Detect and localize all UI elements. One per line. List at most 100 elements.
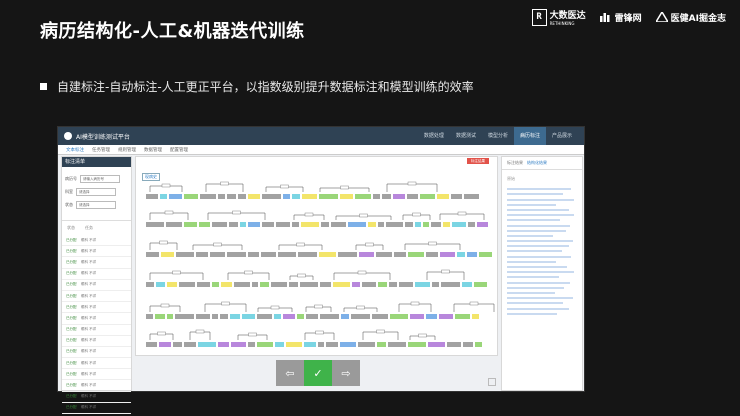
relation-arc[interactable]	[453, 303, 495, 312]
entity-highlight[interactable]	[283, 194, 290, 199]
nav-item-active[interactable]: 病历标注	[513, 127, 546, 145]
entity-highlight[interactable]	[184, 194, 198, 199]
entity-highlight[interactable]	[257, 342, 273, 347]
entity-highlight[interactable]	[477, 222, 488, 227]
nav-item[interactable]: 产品展示	[546, 127, 578, 145]
entity-highlight[interactable]	[408, 342, 426, 347]
entity-highlight[interactable]	[390, 314, 408, 319]
entity-highlight[interactable]	[420, 194, 435, 199]
subtab[interactable]: 配置管理	[170, 147, 188, 153]
entity-highlight[interactable]	[467, 252, 477, 257]
entity-highlight[interactable]	[167, 282, 177, 287]
relation-arc[interactable]	[426, 271, 465, 280]
entity-highlight[interactable]	[240, 222, 246, 227]
annotation-text-area[interactable]	[136, 157, 497, 355]
entity-highlight[interactable]	[319, 194, 338, 199]
entity-highlight[interactable]	[304, 342, 316, 347]
entity-highlight[interactable]	[348, 222, 366, 227]
task-list-item[interactable]: 已分配 眼科 不详	[62, 246, 131, 258]
tab-labeled[interactable]: 标注结果	[507, 160, 523, 166]
entity-highlight[interactable]	[184, 222, 197, 227]
entity-highlight[interactable]	[474, 282, 487, 287]
entity-highlight[interactable]	[248, 194, 260, 199]
entity-highlight[interactable]	[352, 282, 360, 287]
entity-highlight[interactable]	[440, 252, 455, 257]
entity-highlight[interactable]	[160, 194, 167, 199]
entity-highlight[interactable]	[292, 194, 300, 199]
nav-item[interactable]: 模型分析	[482, 127, 514, 145]
relation-arc[interactable]	[189, 331, 211, 340]
relation-arc[interactable]	[398, 303, 432, 312]
nav-item[interactable]: 数据处理	[418, 127, 450, 145]
entity-highlight[interactable]	[377, 342, 386, 347]
subtab[interactable]: 任务管理	[92, 147, 110, 153]
entity-highlight[interactable]	[274, 314, 281, 319]
entity-highlight[interactable]	[455, 314, 470, 319]
task-list-item[interactable]: 已分配 眼科 不详	[62, 257, 131, 269]
task-list-item[interactable]: 已分配 眼科 不详	[62, 302, 131, 314]
entity-highlight[interactable]	[198, 342, 216, 347]
entity-highlight[interactable]	[297, 314, 304, 319]
department-select[interactable]: 请选择	[76, 188, 116, 196]
entity-highlight[interactable]	[443, 222, 450, 227]
entity-highlight[interactable]	[479, 252, 492, 257]
entity-highlight[interactable]	[472, 314, 479, 319]
prev-button[interactable]: ⇦	[276, 360, 304, 386]
task-list-item[interactable]: 已分配 眼科 不详	[62, 280, 131, 291]
entity-highlight[interactable]	[415, 222, 421, 227]
entity-highlight[interactable]	[319, 252, 336, 257]
entity-highlight[interactable]	[301, 222, 319, 227]
entity-highlight[interactable]	[340, 194, 353, 199]
entity-highlight[interactable]	[462, 282, 472, 287]
task-list-item[interactable]: 已分配 眼科 不详	[62, 291, 131, 303]
entity-highlight[interactable]	[286, 342, 302, 347]
entity-highlight[interactable]	[428, 342, 445, 347]
task-list-item[interactable]: 已分配 眼科 不详	[62, 347, 131, 359]
entity-highlight[interactable]	[437, 194, 449, 199]
entity-highlight[interactable]	[457, 252, 465, 257]
page-indicator[interactable]	[488, 378, 496, 386]
relation-arc[interactable]	[204, 303, 247, 312]
task-list-item[interactable]: 已分配 眼科 不详	[62, 313, 131, 325]
nav-item[interactable]: 数据测试	[450, 127, 482, 145]
task-list-item[interactable]: 已分配 眼科 不详	[62, 235, 131, 247]
entity-highlight[interactable]	[475, 342, 482, 347]
entity-highlight[interactable]	[275, 342, 284, 347]
status-select[interactable]: 请选择	[76, 201, 116, 209]
entity-highlight[interactable]	[169, 194, 182, 199]
entity-highlight[interactable]	[426, 314, 437, 319]
entity-highlight[interactable]	[283, 314, 295, 319]
entity-highlight[interactable]	[231, 342, 246, 347]
next-button[interactable]: ⇨	[332, 360, 360, 386]
task-list-item[interactable]: 已分配 眼科 不详	[62, 325, 131, 336]
entity-highlight[interactable]	[408, 252, 424, 257]
entity-highlight[interactable]	[452, 222, 466, 227]
task-list-item[interactable]: 已分配 眼科 不详	[62, 380, 131, 392]
entity-highlight[interactable]	[242, 314, 255, 319]
entity-highlight[interactable]	[393, 194, 405, 199]
entity-highlight[interactable]	[218, 342, 229, 347]
entity-highlight[interactable]	[340, 342, 356, 347]
entity-highlight[interactable]	[415, 282, 430, 287]
entity-highlight[interactable]	[378, 282, 387, 287]
entity-highlight[interactable]	[359, 252, 374, 257]
entity-highlight[interactable]	[156, 282, 165, 287]
entity-highlight[interactable]	[423, 222, 429, 227]
entity-highlight[interactable]	[355, 194, 371, 199]
task-list-item[interactable]: 已分配 眼科 不详	[62, 392, 131, 403]
entity-highlight[interactable]	[248, 222, 260, 227]
entity-highlight[interactable]	[302, 194, 317, 199]
entity-highlight[interactable]	[221, 282, 232, 287]
entity-highlight[interactable]	[230, 314, 240, 319]
entity-highlight[interactable]	[155, 314, 165, 319]
entity-highlight[interactable]	[260, 282, 269, 287]
subtab[interactable]: 文本标注	[66, 147, 84, 153]
task-list-item[interactable]: 已分配 眼科 不详	[62, 336, 131, 347]
subtab[interactable]: 规则管理	[118, 147, 136, 153]
tab-structured[interactable]: 结构化结果	[527, 160, 547, 166]
task-list-item[interactable]: 已分配 眼科 不详	[62, 369, 131, 381]
entity-highlight[interactable]	[333, 282, 350, 287]
entity-highlight[interactable]	[439, 314, 453, 319]
entity-highlight[interactable]	[161, 252, 174, 257]
entity-highlight[interactable]	[341, 314, 349, 319]
